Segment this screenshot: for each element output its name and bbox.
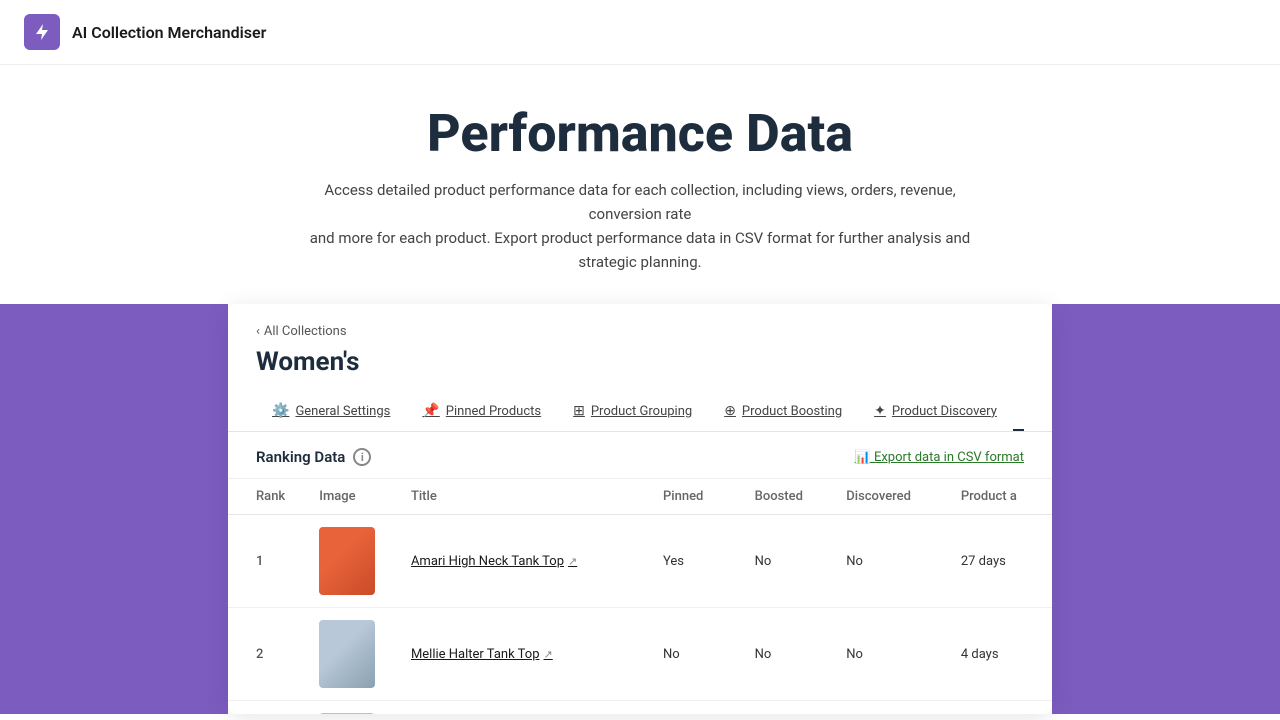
col-title: Title [399,479,651,515]
product-link[interactable]: Mellie Halter Tank Top ↗ [411,647,639,662]
product-image-placeholder [319,527,375,595]
product-image-placeholder [319,713,375,714]
image-cell [307,608,399,701]
table-row: 1 Amari High Neck Tank Top ↗ [228,515,1052,608]
app-title: AI Collection Merchandiser [72,23,266,42]
table-head: Rank Image Title Pinned Boosted Discover… [228,479,1052,515]
discovery-icon: ✦ [874,403,886,419]
tab-general-settings[interactable]: ⚙️ General Settings [256,393,406,431]
section-title: Ranking Data i [256,448,371,466]
hero-section: Performance Data Access detailed product… [0,65,1280,304]
external-link-icon: ↗ [568,555,577,568]
chevron-left-icon: ‹ [256,324,260,339]
boosted-cell: No [743,701,835,715]
export-button[interactable]: 📊 Export data in CSV format [855,450,1024,465]
rank-cell: 2 [228,608,307,701]
table-row: 3 Ainslee High Neck Tank Top ↗ [228,701,1052,715]
tab-pinned-products[interactable]: 📌 Pinned Products [406,393,557,431]
purple-left-panel [0,304,228,714]
image-cell [307,701,399,715]
product-image [319,620,375,688]
table-row: 2 Mellie Halter Tank Top ↗ [228,608,1052,701]
col-pinned: Pinned [651,479,743,515]
tab-product-grouping[interactable]: ⊞ Product Grouping [557,393,708,431]
boosted-cell: No [743,608,835,701]
product-image-placeholder [319,620,375,688]
content-area: ‹ All Collections Women's ⚙️ General Set… [0,304,1280,714]
age-cell: 267 days [949,701,1052,715]
discovered-cell: No [834,515,949,608]
tab-product-boosting[interactable]: ⊕ Product Boosting [708,393,858,431]
table-section: Ranking Data i 📊 Export data in CSV form… [228,432,1052,714]
col-image: Image [307,479,399,515]
pinned-cell: Yes [651,515,743,608]
pinned-cell: No [651,701,743,715]
tab-bar: ⚙️ General Settings 📌 Pinned Products ⊞ … [256,393,1024,431]
table-header-row: Ranking Data i 📊 Export data in CSV form… [228,432,1052,479]
discovered-cell: No [834,608,949,701]
col-product-age: Product a [949,479,1052,515]
age-cell: 27 days [949,515,1052,608]
lightning-icon [32,22,52,42]
boosted-cell: No [743,515,835,608]
hero-subtitle: Access detailed product performance data… [290,178,990,274]
image-cell [307,515,399,608]
rank-cell: 1 [228,515,307,608]
purple-right-panel [1052,304,1280,714]
col-discovered: Discovered [834,479,949,515]
grid-icon: ⊞ [573,403,585,419]
ranking-table: Rank Image Title Pinned Boosted Discover… [228,479,1052,714]
info-icon[interactable]: i [353,448,371,466]
top-navigation: AI Collection Merchandiser [0,0,1280,65]
title-cell: Mellie Halter Tank Top ↗ [399,608,651,701]
table-wrapper: Rank Image Title Pinned Boosted Discover… [228,479,1052,714]
col-boosted: Boosted [743,479,835,515]
rank-cell: 3 [228,701,307,715]
product-link[interactable]: Amari High Neck Tank Top ↗ [411,554,639,569]
panel-header: ‹ All Collections Women's ⚙️ General Set… [228,304,1052,432]
back-link[interactable]: ‹ All Collections [256,324,1024,339]
age-cell: 4 days [949,608,1052,701]
logo-icon [24,14,60,50]
external-link-icon: ↗ [544,648,553,661]
discovered-cell: No [834,701,949,715]
table-header-row-cols: Rank Image Title Pinned Boosted Discover… [228,479,1052,515]
title-cell: Ainslee High Neck Tank Top ↗ [399,701,651,715]
tab-product-discovery[interactable]: ✦ Product Discovery [858,393,1013,431]
tab-ranking-data[interactable]: ⊟ Ranking Data [1013,393,1024,431]
pin-icon: 📌 [422,403,439,419]
col-rank: Rank [228,479,307,515]
title-cell: Amari High Neck Tank Top ↗ [399,515,651,608]
pinned-cell: No [651,608,743,701]
table-body: 1 Amari High Neck Tank Top ↗ [228,515,1052,715]
settings-icon: ⚙️ [272,403,289,419]
product-image [319,713,375,714]
collection-title: Women's [256,347,1024,377]
boost-icon: ⊕ [724,403,736,419]
main-panel: ‹ All Collections Women's ⚙️ General Set… [228,304,1052,714]
product-image [319,527,375,595]
page-title: Performance Data [20,105,1260,162]
